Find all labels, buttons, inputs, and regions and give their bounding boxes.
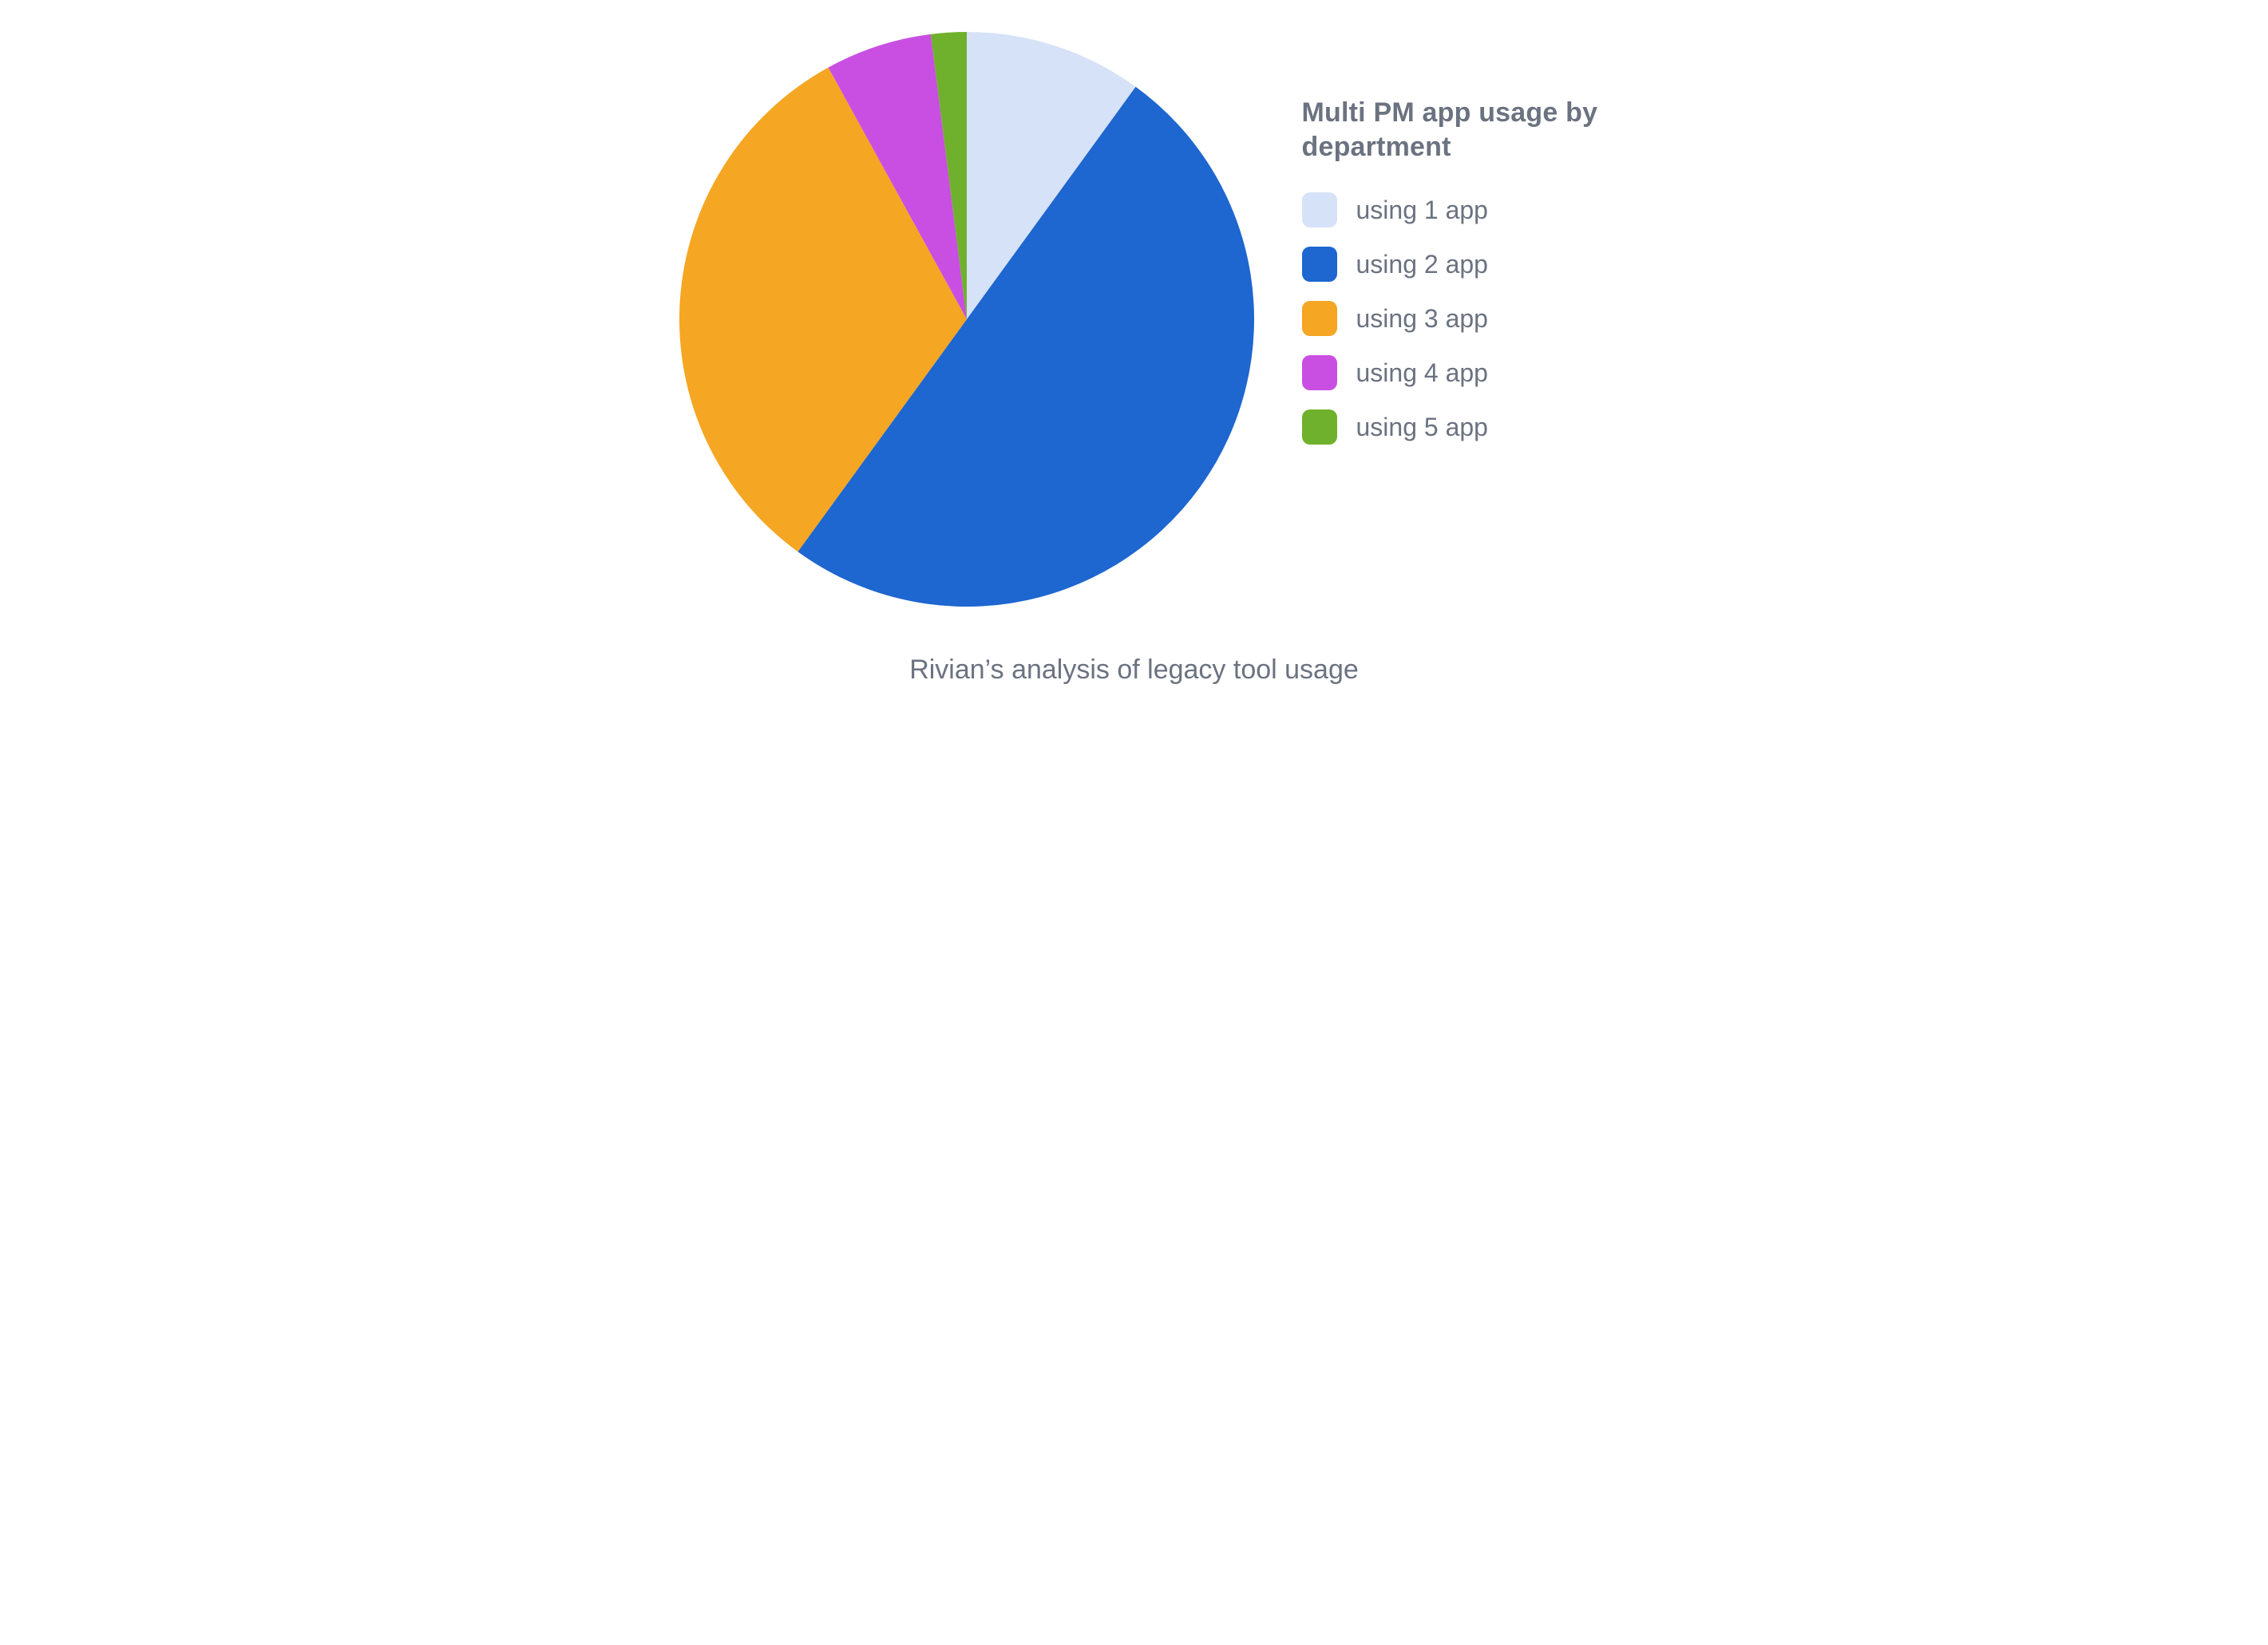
legend-item-2: using 2 app	[1302, 247, 1621, 282]
chart-caption: Rivian’s analysis of legacy tool usage	[623, 654, 1645, 686]
legend-item-1: using 1 app	[1302, 192, 1621, 227]
legend-item-4: using 4 app	[1302, 355, 1621, 390]
legend-items: using 1 app using 2 app using 3 app using 4…	[1302, 192, 1621, 445]
legend-item-5: using 5 app	[1302, 409, 1621, 445]
legend: Multi PM app usage by department using 1…	[1302, 96, 1621, 445]
legend-title: Multi PM app usage by department	[1302, 96, 1621, 164]
legend-label: using 3 app	[1356, 304, 1488, 334]
legend-swatch	[1302, 355, 1337, 390]
legend-swatch	[1302, 301, 1337, 336]
legend-item-3: using 3 app	[1302, 301, 1621, 336]
legend-label: using 1 app	[1356, 196, 1488, 225]
legend-swatch	[1302, 409, 1337, 445]
legend-swatch	[1302, 247, 1337, 282]
legend-label: using 2 app	[1356, 250, 1488, 279]
pie-chart	[679, 32, 1254, 607]
legend-label: using 5 app	[1356, 413, 1488, 442]
legend-swatch	[1302, 192, 1337, 227]
legend-label: using 4 app	[1356, 358, 1488, 388]
pie-svg	[679, 32, 1254, 607]
chart-container: Multi PM app usage by department using 1…	[623, 0, 1645, 766]
